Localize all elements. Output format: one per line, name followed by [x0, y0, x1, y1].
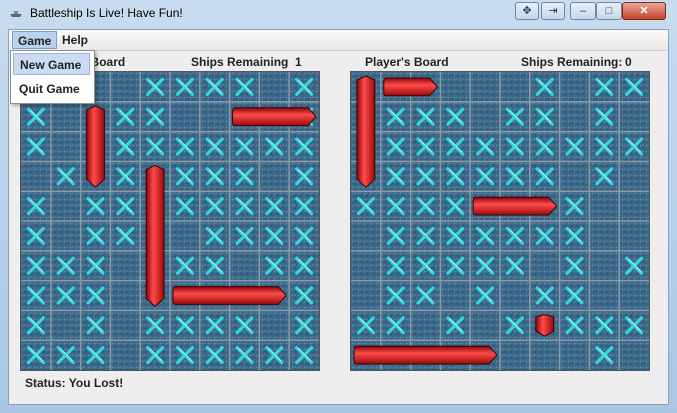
ship [472, 196, 558, 216]
player-board-grid[interactable] [350, 71, 650, 371]
app-window: Battleship Is Live! Have Fun! ✥ ⇥ – □ ✕ … [0, 0, 677, 413]
menu-item-new-game[interactable]: New Game [13, 53, 90, 75]
computer-board-grid[interactable] [20, 71, 320, 371]
computer-board-canvas [21, 72, 319, 370]
computer-ships-count: 1 [295, 55, 302, 69]
player-board-title: Player's Board [365, 55, 449, 69]
window-title: Battleship Is Live! Have Fun! [30, 6, 183, 20]
restore-app-icon[interactable]: ⇥ [541, 2, 565, 20]
ship [383, 77, 439, 97]
menu-item-quit-game[interactable]: Quit Game [13, 78, 90, 100]
ship [535, 314, 555, 337]
status-text: Status: You Lost! [25, 376, 124, 390]
maximize-button[interactable]: □ [596, 2, 622, 20]
computer-ships-label: Ships Remaining [191, 55, 289, 69]
player-ships-count: 0 [625, 55, 632, 69]
title-bar[interactable]: Battleship Is Live! Have Fun! ✥ ⇥ – □ ✕ [0, 0, 677, 28]
battleship-app-icon [10, 11, 22, 17]
ship [145, 164, 165, 308]
ship [86, 105, 105, 188]
menu-bar: Game Help [9, 30, 668, 51]
close-button[interactable]: ✕ [622, 2, 666, 20]
player-ships-label: Ships Remaining: [521, 55, 623, 69]
game-menu-dropdown: New Game Quit Game [10, 50, 95, 104]
menu-help[interactable]: Help [57, 31, 93, 49]
ship [356, 75, 376, 188]
menu-game[interactable]: Game [12, 31, 58, 49]
ship [353, 345, 498, 365]
gamepad-icon[interactable]: ✥ [515, 2, 539, 20]
minimize-button[interactable]: – [570, 2, 596, 20]
player-board-canvas [351, 72, 649, 370]
ship [232, 107, 317, 127]
ship [172, 286, 287, 305]
main-panel: Game Help Computer's Board Ships Remaini… [8, 29, 669, 405]
